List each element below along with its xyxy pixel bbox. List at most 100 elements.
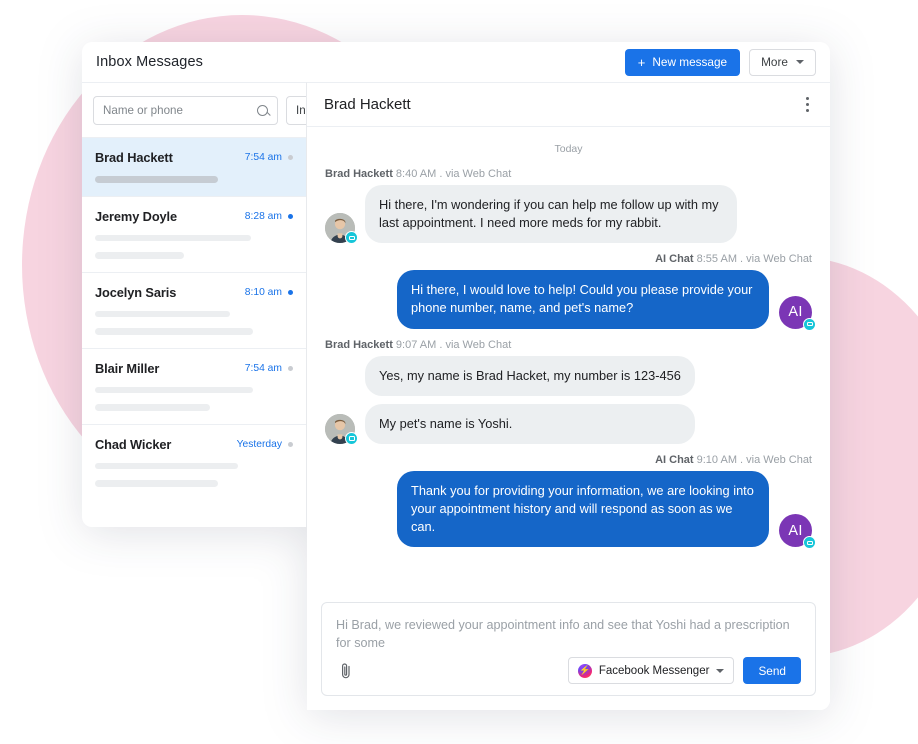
contact-avatar — [325, 413, 358, 445]
chat-contact-name: Brad Hackett — [324, 96, 411, 113]
conversation-name: Brad Hackett — [95, 150, 173, 165]
message-row: Hi there, I'm wondering if you can help … — [325, 185, 812, 245]
message-bubble: Hi there, I would love to help! Could yo… — [397, 270, 769, 329]
conversation-time: 8:28 am — [244, 210, 282, 222]
message-row: Hi there, I would love to help! Could yo… — [325, 270, 816, 331]
unread-indicator — [288, 365, 293, 371]
conversation-item[interactable]: Jocelyn Saris 8:10 am — [82, 271, 306, 348]
chevron-down-icon — [796, 60, 804, 64]
conversation-name: Chad Wicker — [95, 436, 172, 452]
contact-avatar — [325, 213, 358, 245]
folder-filter-label: Inbox — [296, 104, 306, 117]
conversation-time: 8:10 am — [244, 286, 282, 298]
app-titlebar: Inbox Messages + New message More — [82, 42, 830, 82]
message-sender: Brad Hackett — [325, 168, 393, 180]
channel-label: Facebook Messenger — [598, 664, 710, 677]
message-preview-placeholder — [95, 480, 218, 487]
chat-message: AI Chat 9:10 AM . via Web Chat Thank you … — [325, 453, 816, 550]
unread-indicator — [288, 289, 293, 295]
message-preview-placeholder — [95, 234, 252, 241]
inbox-app-window: Inbox Messages + New message More Name o… — [82, 42, 830, 710]
message-meta: Brad Hackett 8:40 AM . via Web Chat — [325, 168, 512, 180]
message-meta: Brad Hackett 9:07 AM . via Web Chat — [325, 338, 512, 351]
chat-header: Brad Hackett — [307, 83, 830, 127]
sidebar-toolbar: Inbox — [82, 83, 306, 137]
folder-filter-dropdown[interactable]: Inbox — [286, 96, 306, 125]
more-label: More — [761, 55, 788, 69]
paperclip-icon[interactable] — [336, 661, 356, 681]
message-bubble: My pet's name is Yoshi. — [365, 403, 695, 444]
composer-area: Hi Brad, we reviewed your appointment in… — [307, 592, 830, 710]
ai-avatar: AI — [779, 295, 816, 331]
unread-indicator — [288, 441, 293, 447]
message-row: Thank you for providing your information… — [325, 470, 816, 550]
web-chat-badge-icon — [345, 231, 358, 245]
conversation-item[interactable]: Blair Miller 7:54 am — [82, 347, 306, 424]
message-preview-placeholder — [95, 462, 238, 469]
chat-panel: Brad Hackett Today Brad Hackett 8:40 AM … — [307, 82, 830, 710]
web-chat-badge-icon — [803, 536, 816, 550]
message-thread: Today Brad Hackett 8:40 AM . via Web Cha… — [307, 127, 830, 592]
more-button[interactable]: More — [749, 48, 816, 76]
search-input[interactable] — [103, 104, 257, 117]
message-sender: AI Chat — [655, 453, 694, 466]
message-preview-placeholder — [95, 404, 210, 411]
chevron-down-icon — [716, 668, 725, 673]
web-chat-badge-icon — [803, 317, 816, 331]
composer-toolbar: ⚡ Facebook Messenger Send — [336, 657, 801, 684]
channel-select-dropdown[interactable]: ⚡ Facebook Messenger — [567, 657, 735, 684]
unread-indicator — [288, 213, 293, 219]
message-bubble: Thank you for providing your information… — [397, 470, 769, 548]
message-preview-placeholder — [95, 386, 254, 393]
conversation-item[interactable]: Jeremy Doyle 8:28 am — [82, 195, 306, 272]
composer-right-actions: ⚡ Facebook Messenger Send — [567, 657, 801, 684]
message-meta: AI Chat 9:10 AM . via Web Chat — [655, 453, 812, 466]
message-preview-placeholder — [95, 252, 185, 259]
unread-indicator — [288, 155, 293, 160]
web-chat-badge-icon — [345, 431, 358, 445]
composer-input[interactable]: Hi Brad, we reviewed your appointment in… — [336, 617, 801, 652]
message-sender: AI Chat — [655, 253, 694, 266]
day-divider: Today — [554, 143, 583, 155]
conversation-time: Yesterday — [236, 438, 282, 450]
page-title: Inbox Messages — [96, 54, 203, 70]
message-preview-placeholder — [95, 176, 218, 183]
new-message-label: New message — [652, 55, 728, 69]
message-preview-placeholder — [95, 328, 254, 335]
message-meta: AI Chat 8:55 AM . via Web Chat — [655, 253, 812, 266]
facebook-messenger-icon: ⚡ — [577, 663, 592, 678]
message-sender: Brad Hackett — [325, 338, 393, 351]
message-row: Yes, my name is Brad Hacket, my number i… — [325, 355, 812, 445]
screenshot-root: Inbox Messages + New message More Name o… — [0, 0, 918, 744]
chat-message: Brad Hackett 9:07 AM . via Web Chat Yes, … — [325, 338, 812, 445]
conversation-name: Jocelyn Saris — [95, 284, 177, 300]
bubble-stack: Yes, my name is Brad Hacket, my number i… — [365, 355, 695, 444]
conversation-name: Jeremy Doyle — [95, 208, 178, 224]
new-message-button[interactable]: + New message — [624, 48, 741, 76]
search-box[interactable] — [93, 96, 278, 125]
kebab-menu-icon[interactable] — [802, 93, 813, 115]
chat-message: Brad Hackett 8:40 AM . via Web Chat Hi th… — [325, 168, 812, 245]
ai-avatar: AI — [779, 514, 816, 550]
conversation-sidebar: Inbox Brad Hackett 7:54 am Jeremy Doyle 8:2… — [82, 82, 307, 527]
conversation-list: Brad Hackett 7:54 am Jeremy Doyle 8:28 am Jo… — [82, 137, 306, 500]
plus-icon: + — [637, 54, 646, 70]
conversation-item[interactable]: Chad Wicker Yesterday — [82, 423, 306, 500]
message-composer[interactable]: Hi Brad, we reviewed your appointment in… — [321, 602, 816, 696]
chat-message: AI Chat 8:55 AM . via Web Chat Hi there, … — [325, 253, 816, 331]
send-button[interactable]: Send — [743, 657, 801, 684]
conversation-name: Blair Miller — [95, 360, 160, 376]
message-bubble: Yes, my name is Brad Hacket, my number i… — [365, 355, 695, 396]
message-preview-placeholder — [95, 310, 230, 317]
bubble-stack: Thank you for providing your information… — [397, 470, 769, 548]
message-bubble: Hi there, I'm wondering if you can help … — [365, 185, 737, 244]
titlebar-actions: + New message More — [624, 48, 816, 76]
bubble-stack: Hi there, I'm wondering if you can help … — [365, 185, 737, 244]
app-body: Inbox Brad Hackett 7:54 am Jeremy Doyle 8:2… — [82, 82, 830, 710]
search-icon — [257, 105, 268, 116]
bubble-stack: Hi there, I would love to help! Could yo… — [397, 270, 769, 329]
conversation-time: 7:54 am — [244, 152, 282, 163]
conversation-item[interactable]: Brad Hackett 7:54 am — [82, 137, 306, 196]
message-list: Brad Hackett 8:40 AM . via Web Chat Hi th… — [325, 168, 816, 550]
conversation-time: 7:54 am — [244, 362, 282, 374]
